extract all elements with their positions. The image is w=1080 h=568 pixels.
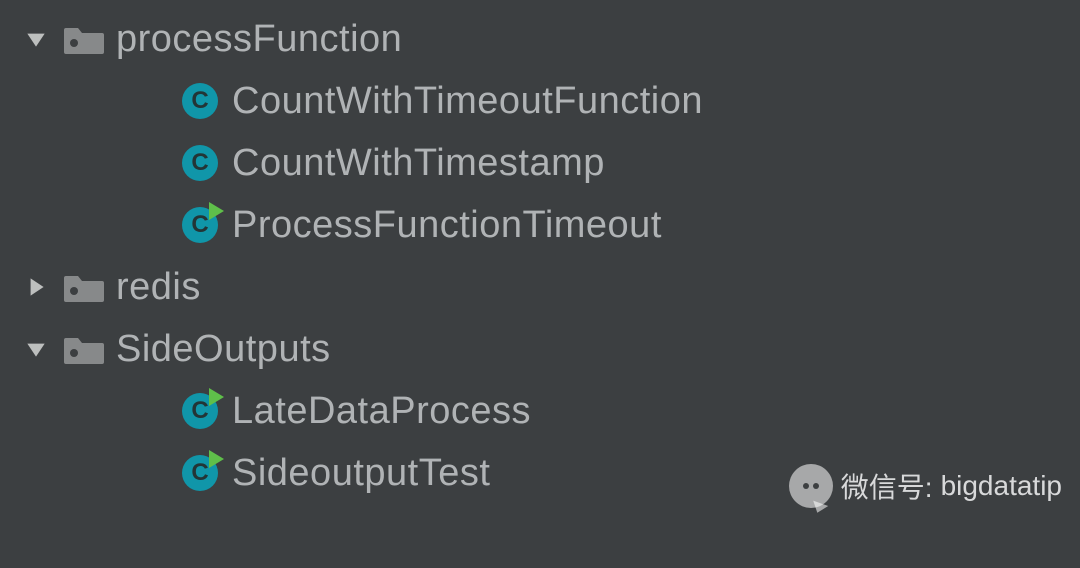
class-letter: C	[191, 211, 208, 239]
class-letter: C	[191, 459, 208, 487]
run-badge-icon	[209, 388, 224, 406]
tree-item-label: SideoutputTest	[232, 452, 490, 495]
watermark: 微信号: bigdatatip	[789, 464, 1062, 508]
folder-node-processfunction[interactable]: processFunction	[0, 8, 1080, 70]
watermark-prefix: 微信号:	[841, 466, 933, 506]
chevron-right-icon[interactable]	[12, 274, 60, 300]
class-runnable-icon: C	[176, 393, 224, 429]
tree-item-label: redis	[116, 266, 201, 309]
folder-node-sideoutputs[interactable]: SideOutputs	[0, 318, 1080, 380]
tree-item-label: ProcessFunctionTimeout	[232, 204, 662, 247]
run-badge-icon	[209, 202, 224, 220]
folder-icon	[60, 332, 108, 366]
class-node-latedataprocess[interactable]: C LateDataProcess	[0, 380, 1080, 442]
class-icon: C	[176, 145, 224, 181]
class-letter: C	[191, 87, 208, 115]
class-runnable-icon: C	[176, 207, 224, 243]
class-runnable-icon: C	[176, 455, 224, 491]
tree-item-label: CountWithTimeoutFunction	[232, 80, 703, 123]
class-node-countwithtimestamp[interactable]: C CountWithTimestamp	[0, 132, 1080, 194]
run-badge-icon	[209, 450, 224, 468]
tree-item-label: CountWithTimestamp	[232, 142, 605, 185]
tree-item-label: LateDataProcess	[232, 390, 531, 433]
chevron-down-icon[interactable]	[12, 336, 60, 362]
tree-item-label: processFunction	[116, 18, 402, 61]
tree-item-label: SideOutputs	[116, 328, 331, 371]
folder-node-redis[interactable]: redis	[0, 256, 1080, 318]
class-icon: C	[176, 83, 224, 119]
wechat-icon	[789, 464, 833, 508]
class-node-countwithtimeoutfunction[interactable]: C CountWithTimeoutFunction	[0, 70, 1080, 132]
class-node-processfunctiontimeout[interactable]: C ProcessFunctionTimeout	[0, 194, 1080, 256]
chevron-down-icon[interactable]	[12, 26, 60, 52]
folder-icon	[60, 22, 108, 56]
watermark-id: bigdatatip	[941, 470, 1062, 502]
class-letter: C	[191, 397, 208, 425]
folder-icon	[60, 270, 108, 304]
class-letter: C	[191, 149, 208, 177]
